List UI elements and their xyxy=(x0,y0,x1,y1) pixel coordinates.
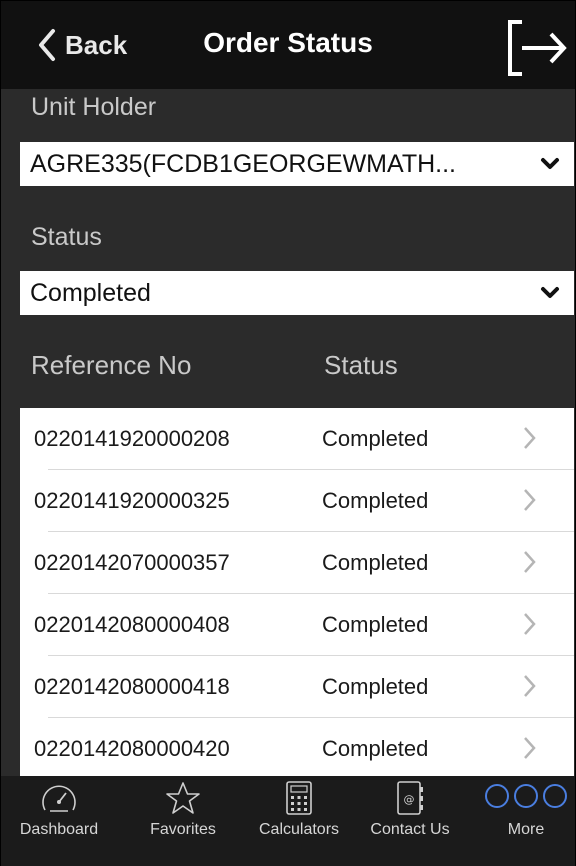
unit-holder-value: AGRE335(FCDB1GEORGEWMATH... xyxy=(30,149,456,178)
order-status: Completed xyxy=(322,426,429,451)
tab-label: Favorites xyxy=(150,821,216,838)
more-circles-icon xyxy=(485,784,567,808)
tab-label: Dashboard xyxy=(19,821,99,838)
tab-dashboard[interactable]: Dashboard xyxy=(1,776,117,846)
chevron-right-icon xyxy=(524,427,536,449)
calculator-icon xyxy=(286,781,312,815)
column-header-status: Status xyxy=(324,350,398,380)
address-book-icon: @ xyxy=(397,781,423,815)
tab-contact-us[interactable]: @ Contact Us xyxy=(357,776,463,846)
tab-more[interactable]: More xyxy=(479,776,573,846)
reference-number: 0220142070000357 xyxy=(34,550,230,575)
chevron-right-icon xyxy=(524,613,536,635)
tab-bar: Dashboard Favorites Calculators @ Contac… xyxy=(1,776,575,866)
tab-favorites[interactable]: Favorites xyxy=(131,776,235,846)
order-status: Completed xyxy=(322,550,429,575)
reference-number: 0220142080000418 xyxy=(34,674,230,699)
tab-label: Calculators xyxy=(258,821,340,838)
page-title: Order Status xyxy=(203,27,373,58)
unit-holder-label: Unit Holder xyxy=(31,93,157,121)
tab-label: More xyxy=(507,821,545,838)
chevron-right-icon xyxy=(524,551,536,573)
order-status: Completed xyxy=(322,488,429,513)
reference-number: 0220141920000208 xyxy=(34,426,230,451)
column-header-reference: Reference No xyxy=(31,350,192,380)
order-list: 0220141920000208 Completed 0220141920000… xyxy=(20,408,574,776)
table-row[interactable]: 0220141920000208 Completed xyxy=(20,408,574,470)
speedometer-icon xyxy=(42,785,76,812)
star-icon xyxy=(166,782,200,814)
status-select[interactable]: Completed xyxy=(20,271,574,315)
unit-holder-select[interactable]: AGRE335(FCDB1GEORGEWMATH... xyxy=(20,142,574,186)
reference-number: 0220142080000420 xyxy=(34,736,230,761)
logout-icon[interactable] xyxy=(506,19,568,77)
order-status: Completed xyxy=(322,674,429,699)
nav-bar: Back Order Status xyxy=(1,1,575,89)
status-value: Completed xyxy=(30,278,151,307)
order-status: Completed xyxy=(322,736,429,761)
reference-number: 0220142080000408 xyxy=(34,612,230,637)
table-row[interactable]: 0220142070000357 Completed xyxy=(20,532,574,594)
chevron-right-icon xyxy=(524,675,536,697)
chevron-down-icon xyxy=(541,158,559,169)
svg-text:@: @ xyxy=(404,793,415,806)
chevron-down-icon xyxy=(541,287,559,298)
table-row[interactable]: 0220142080000420 Completed xyxy=(20,718,574,776)
chevron-right-icon xyxy=(524,489,536,511)
tab-calculators[interactable]: Calculators xyxy=(245,776,353,846)
table-row[interactable]: 0220141920000325 Completed xyxy=(20,470,574,532)
tab-label: Contact Us xyxy=(370,821,450,838)
reference-number: 0220141920000325 xyxy=(34,488,230,513)
table-row[interactable]: 0220142080000408 Completed xyxy=(20,594,574,656)
table-row[interactable]: 0220142080000418 Completed xyxy=(20,656,574,718)
status-label: Status xyxy=(31,223,102,251)
order-status: Completed xyxy=(322,612,429,637)
chevron-right-icon xyxy=(524,737,536,759)
